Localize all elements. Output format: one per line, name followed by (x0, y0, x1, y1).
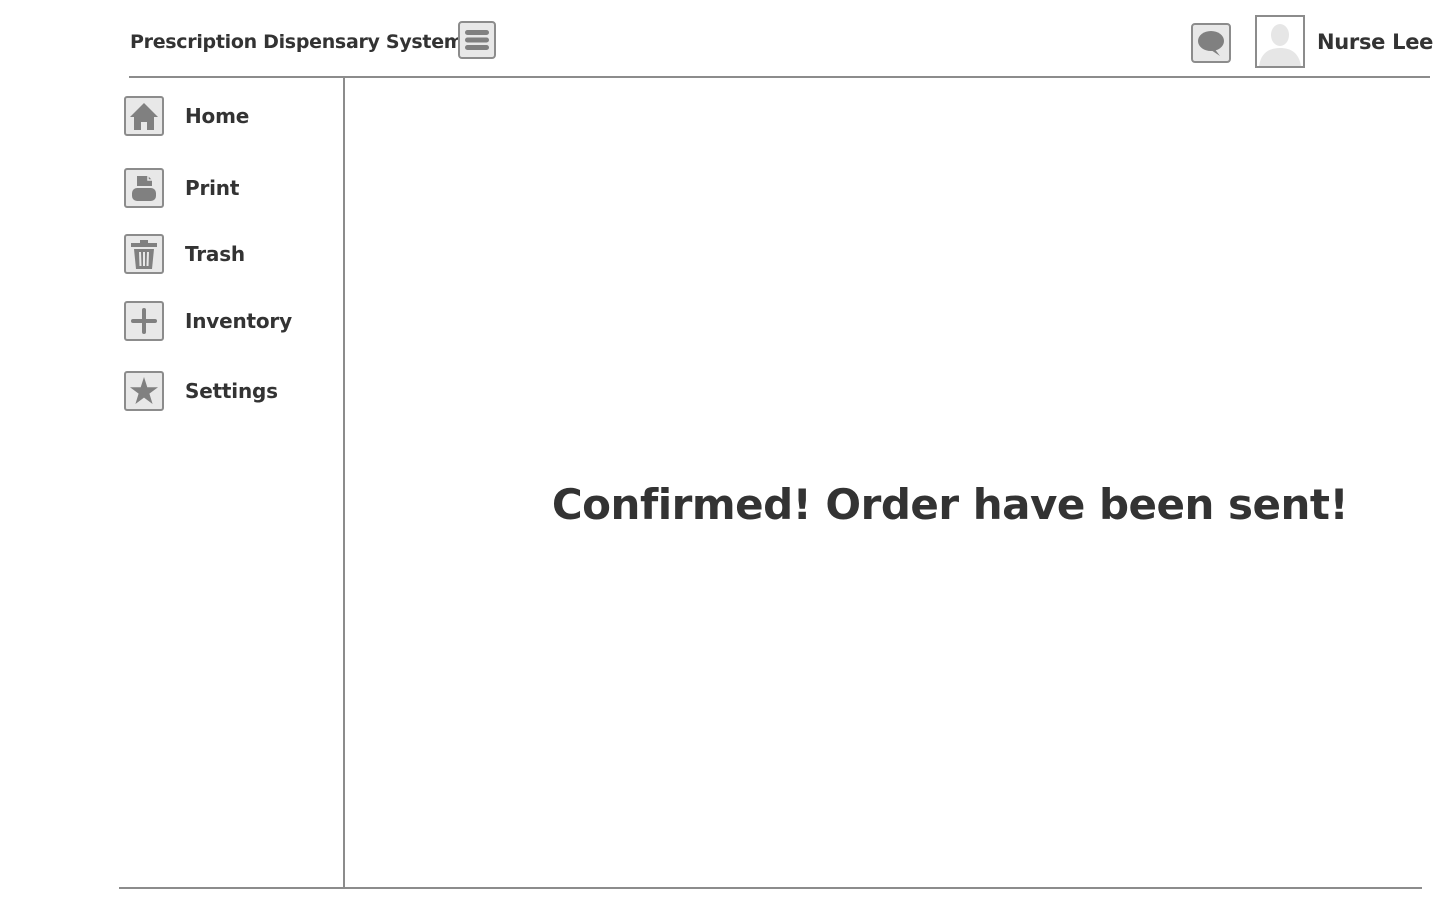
print-button[interactable] (124, 168, 164, 208)
header-divider (129, 76, 1430, 78)
printer-icon (132, 176, 156, 201)
sidebar-item-trash[interactable]: Trash (124, 233, 334, 275)
sidebar-item-label: Inventory (185, 309, 292, 333)
menu-button[interactable] (458, 21, 496, 59)
sidebar-item-print[interactable]: Print (124, 167, 334, 209)
star-icon (130, 377, 158, 404)
home-icon (130, 103, 158, 130)
confirmation-message: Confirmed! Order have been sent! (551, 480, 1349, 529)
hamburger-menu-icon (465, 30, 489, 50)
plus-icon (131, 308, 157, 334)
sidebar-item-settings[interactable]: Settings (124, 370, 334, 412)
avatar[interactable] (1255, 15, 1305, 68)
app-title: Prescription Dispensary System (130, 31, 464, 53)
home-button[interactable] (124, 96, 164, 136)
speech-bubble-icon (1198, 31, 1224, 56)
sidebar-item-label: Trash (185, 242, 245, 266)
trash-button[interactable] (124, 234, 164, 274)
user-name[interactable]: Nurse Lee (1317, 30, 1433, 54)
inventory-button[interactable] (124, 301, 164, 341)
user-silhouette-icon (1257, 17, 1303, 66)
sidebar-item-label: Settings (185, 379, 278, 403)
sidebar-item-label: Print (185, 176, 240, 200)
sidebar-item-inventory[interactable]: Inventory (124, 300, 334, 342)
trash-icon (131, 240, 157, 269)
settings-button[interactable] (124, 371, 164, 411)
chat-button[interactable] (1191, 23, 1231, 63)
bottom-divider (119, 887, 1422, 889)
sidebar-item-home[interactable]: Home (124, 95, 334, 137)
sidebar-item-label: Home (185, 104, 250, 128)
page: Prescription Dispensary System Nurse Lee (0, 0, 1450, 910)
